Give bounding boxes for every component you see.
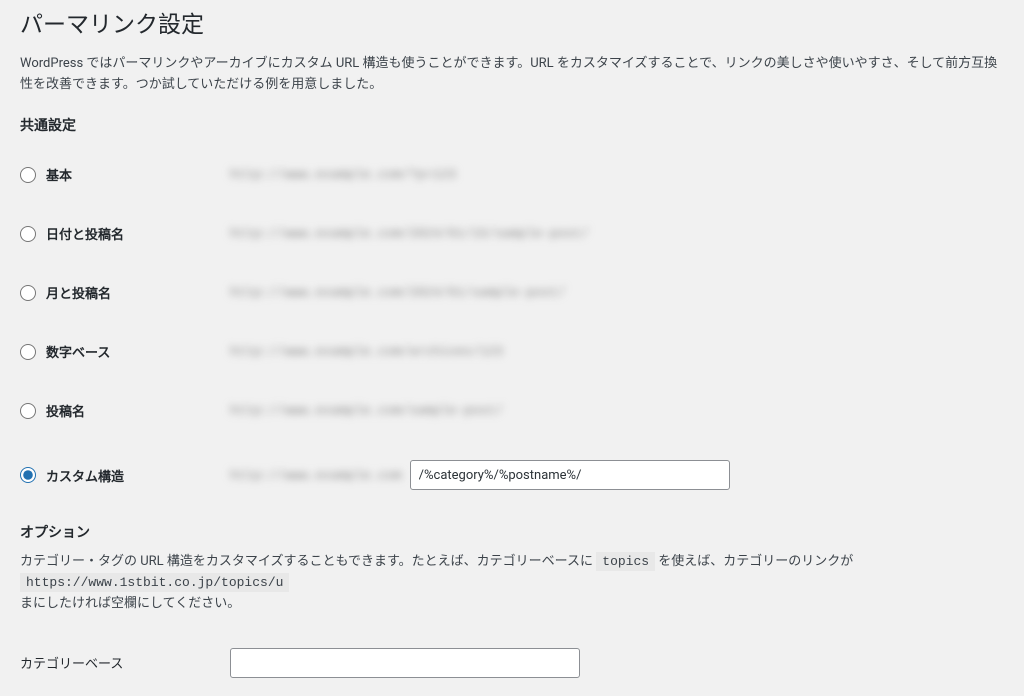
options-desc-pre: カテゴリー・タグの URL 構造をカスタマイズすることもできます。たとえば、カテ… [20, 554, 596, 569]
radio-custom[interactable] [20, 467, 36, 483]
page-description: WordPress ではパーマリンクやアーカイブにカスタム URL 構造も使うこ… [20, 54, 1004, 96]
radio-custom-label: カスタム構造 [46, 466, 124, 485]
radio-numeric[interactable] [20, 344, 36, 360]
radio-plain-label: 基本 [46, 165, 72, 184]
custom-structure-input[interactable] [410, 460, 730, 490]
radio-month-name[interactable] [20, 285, 36, 301]
example-plain: http://www.example.com/?p=123 [230, 167, 456, 182]
example-month-name: http://www.example.com/2024/01/sample-po… [230, 285, 565, 300]
options-table: カテゴリーベース [20, 630, 1004, 696]
radio-postname[interactable] [20, 403, 36, 419]
options-code-topics: topics [596, 552, 655, 571]
permalink-options-table: 基本 http://www.example.com/?p=123 日付と投稿名 … [20, 145, 1004, 510]
example-custom-prefix: http://www.example.com [230, 468, 402, 483]
radio-date-name[interactable] [20, 226, 36, 242]
common-settings-heading: 共通設定 [20, 115, 1004, 135]
radio-date-name-label: 日付と投稿名 [46, 224, 124, 243]
options-description: カテゴリー・タグの URL 構造をカスタマイズすることもできます。たとえば、カテ… [20, 552, 1004, 614]
example-postname: http://www.example.com/sample-post/ [230, 403, 503, 418]
example-date-name: http://www.example.com/2024/01/15/sample… [230, 226, 589, 241]
example-numeric: http://www.example.com/archives/123 [230, 344, 503, 359]
radio-postname-label: 投稿名 [46, 401, 85, 420]
page-title: パーマリンク設定 [20, 10, 1004, 40]
category-base-input[interactable] [230, 648, 580, 678]
options-heading: オプション [20, 522, 1004, 542]
radio-plain[interactable] [20, 167, 36, 183]
options-desc-mid: を使えば、カテゴリーのリンクが [655, 554, 853, 569]
radio-numeric-label: 数字ベース [46, 342, 110, 361]
options-code-url: https://www.1stbit.co.jp/topics/u [20, 573, 289, 592]
options-desc-post: まにしたければ空欄にしてください。 [20, 596, 240, 611]
category-base-label: カテゴリーベース [20, 630, 230, 696]
radio-month-name-label: 月と投稿名 [46, 283, 111, 302]
